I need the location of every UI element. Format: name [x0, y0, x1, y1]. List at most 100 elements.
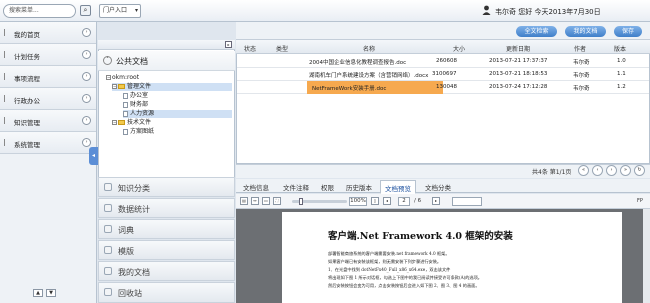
accordion-label: 词典	[118, 226, 134, 235]
expand-icon[interactable]: ›	[82, 138, 91, 147]
tree-panel-header: ▸	[98, 40, 235, 50]
search-icon[interactable]: ⌕	[80, 5, 91, 16]
accordion-label: 数据统计	[118, 205, 150, 214]
cell-name[interactable]: 湖南机车门户系统建设方案（含营销网络）.docx	[309, 71, 428, 79]
sidebar-item-workflow[interactable]: 事项流程 ›	[0, 66, 96, 88]
dictionary-icon	[104, 225, 112, 233]
table-row[interactable]: 湖南机车门户系统建设方案（含营销网络）.docx 3100697 2013-07…	[237, 68, 649, 81]
cell-size: 130048	[436, 84, 457, 90]
sidebar-collapse-handle[interactable]: ◂	[89, 147, 98, 165]
fulltext-search-button[interactable]: 全文检索	[516, 26, 557, 37]
file-icon	[123, 92, 128, 99]
tab-classification[interactable]: 文档分类	[425, 182, 451, 192]
document-line: 将出现如下图 1 所示对话框，勾选上下图中的我已阅读并接受许可条款(A)的选项。	[328, 275, 482, 280]
column-header-type[interactable]: 类型	[276, 44, 288, 53]
tab-permissions[interactable]: 权限	[321, 182, 334, 192]
single-page-icon[interactable]: ▯	[371, 197, 379, 205]
sidebar-item-system[interactable]: 系统管理 ›	[0, 132, 96, 154]
viewer-scrollbar[interactable]	[643, 209, 650, 303]
tree-node-label: 财务部	[130, 101, 149, 108]
tree-node-office[interactable]: 办公室	[123, 92, 148, 100]
tree-node-root[interactable]: − okm:root	[106, 74, 139, 82]
table-row-selected[interactable]: NetFrameWork安装手册.doc 130048 2013-07-24 1…	[237, 81, 649, 94]
tree-node-label: 人力资源	[130, 110, 155, 117]
my-docs-button[interactable]: 我的文档	[565, 26, 606, 37]
document-line: 部署智能商旅系统的客户端需要安装.net framework 4.0 框架。	[328, 251, 450, 256]
expand-icon[interactable]: ›	[82, 28, 91, 37]
fit-width-icon[interactable]: ↔	[251, 197, 259, 205]
chevron-down-icon: ▾	[134, 7, 138, 14]
tree-node-drawings[interactable]: 方案图纸	[123, 128, 154, 136]
collapse-icon[interactable]: −	[106, 75, 111, 80]
expand-icon[interactable]: ›	[82, 94, 91, 103]
tab-history[interactable]: 历史版本	[346, 182, 372, 192]
tab-preview[interactable]: 文档预览	[380, 180, 416, 194]
fp-label: FP	[637, 198, 643, 204]
page-total: / 6	[414, 198, 422, 204]
column-header-status[interactable]: 状态	[244, 44, 256, 53]
accordion-statistics[interactable]: 数据统计	[98, 198, 235, 218]
sidebar-item-knowledge[interactable]: 知识管理 ›	[0, 110, 96, 132]
tree-node-hr[interactable]: 人力资源	[123, 110, 232, 118]
menu-icon	[4, 117, 10, 124]
collapse-icon[interactable]: −	[112, 84, 117, 89]
accordion-templates[interactable]: 模版	[98, 240, 235, 260]
sidebar-item-home[interactable]: 我的首页 ›	[0, 22, 96, 44]
print-icon[interactable]: ▤	[240, 197, 248, 205]
portal-select-label: 门户入口	[103, 7, 128, 14]
scroll-down-icon[interactable]: ▼	[46, 289, 56, 297]
accordion-knowledge-category[interactable]: 知识分类	[98, 177, 235, 197]
expand-icon[interactable]: ›	[82, 50, 91, 59]
save-button[interactable]: 保存	[614, 26, 642, 37]
column-header-name[interactable]: 名称	[363, 44, 375, 53]
menu-search-input[interactable]: 搜索菜单...	[3, 4, 76, 18]
zoom-slider-handle[interactable]	[299, 198, 303, 205]
accordion-recycle-bin[interactable]: 回收站	[98, 282, 235, 303]
fit-page-icon[interactable]: ▭	[262, 197, 270, 205]
column-header-author[interactable]: 作者	[574, 44, 586, 53]
document-page	[282, 212, 622, 303]
first-page-icon[interactable]: «	[578, 165, 589, 176]
column-header-size[interactable]: 大小	[453, 44, 465, 53]
accordion-my-documents[interactable]: 我的文档	[98, 261, 235, 281]
table-row[interactable]: 2004中国企业信息化教程调查报告.doc 260608 2013-07-21 …	[237, 55, 649, 68]
column-header-date[interactable]: 更新日期	[506, 44, 530, 53]
sidebar-item-admin-office[interactable]: 行政办公 ›	[0, 88, 96, 110]
cell-name[interactable]: 2004中国企业信息化教程调查报告.doc	[309, 58, 406, 66]
statistics-icon	[104, 204, 112, 212]
sidebar-item-label: 我的首页	[14, 31, 40, 39]
collapse-icon[interactable]: −	[112, 120, 117, 125]
refresh-icon[interactable]: ↻	[634, 165, 645, 176]
sidebar-item-plans[interactable]: 计划任务 ›	[0, 44, 96, 66]
tree-node-management[interactable]: − 管理文件	[112, 83, 232, 91]
collapse-panel-icon[interactable]: ▸	[225, 41, 232, 48]
tab-comments[interactable]: 文件注释	[283, 182, 309, 192]
last-page-icon[interactable]: »	[620, 165, 631, 176]
prev-page-icon[interactable]: ‹	[592, 165, 603, 176]
prev-page-icon[interactable]: ◂	[383, 197, 391, 205]
tree-node-technical[interactable]: − 技术文件	[112, 119, 151, 127]
page-number-input[interactable]: 2	[398, 197, 410, 206]
expand-icon[interactable]: ›	[82, 116, 91, 125]
public-docs-header[interactable]: ˄ 公共文档	[98, 51, 235, 71]
zoom-level[interactable]: 100%	[349, 197, 367, 206]
tree-node-finance[interactable]: 财务部	[123, 101, 148, 109]
expand-icon[interactable]: ›	[82, 72, 91, 81]
scroll-up-icon[interactable]: ▲	[33, 289, 43, 297]
accordion-dictionary[interactable]: 词典	[98, 219, 235, 239]
cell-name[interactable]: NetFrameWork安装手册.doc	[312, 84, 386, 92]
find-input[interactable]	[452, 197, 482, 206]
next-page-icon[interactable]: ▸	[432, 197, 440, 205]
document-line: 如果客户端已有安装该框架，则无需安装下列步骤进行安装。	[328, 259, 442, 264]
fullscreen-icon[interactable]: ⛶	[273, 197, 281, 205]
cell-version: 1.0	[617, 58, 626, 64]
accordion-label: 模版	[118, 247, 134, 256]
accordion-label: 我的文档	[118, 268, 150, 277]
menu-icon	[4, 73, 10, 80]
next-page-icon[interactable]: ›	[606, 165, 617, 176]
tab-doc-info[interactable]: 文档信息	[243, 182, 269, 192]
column-header-version[interactable]: 版本	[614, 44, 626, 53]
cell-author: 韦尔奇	[573, 73, 590, 79]
portal-select[interactable]: 门户入口 ▾	[99, 4, 141, 18]
user-greeting: 韦尔奇 您好 今天2013年7月30日	[495, 8, 601, 16]
